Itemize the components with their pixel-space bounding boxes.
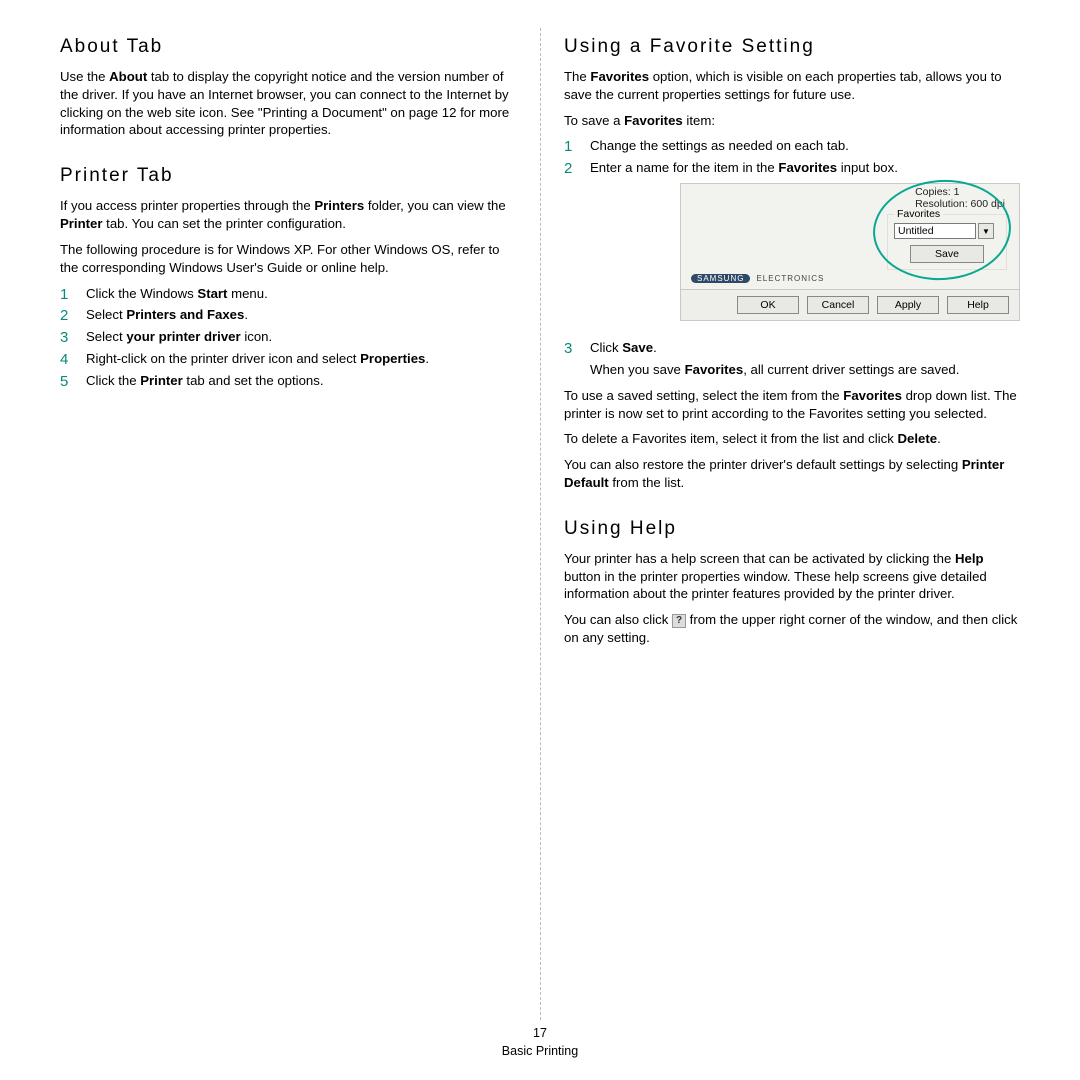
favorite-p4: To delete a Favorites item, select it fr… <box>564 430 1020 448</box>
brand-logo: SAMSUNGELECTRONICS <box>691 273 824 283</box>
help-p2: You can also click ? from the upper righ… <box>564 611 1020 647</box>
favorite-p5: You can also restore the printer driver'… <box>564 456 1020 492</box>
favorite-p1: The Favorites option, which is visible o… <box>564 68 1020 104</box>
favorite-step-3: 3Click Save. <box>564 339 1020 357</box>
page-section-title: Basic Printing <box>0 1043 1080 1061</box>
page-number: 17 <box>0 1025 1080 1043</box>
apply-button[interactable]: Apply <box>877 296 939 314</box>
page-footer: 17 Basic Printing <box>0 1025 1080 1060</box>
ok-button[interactable]: OK <box>737 296 799 314</box>
printer-tab-text-2: The following procedure is for Windows X… <box>60 241 516 277</box>
about-tab-heading: About Tab <box>60 36 516 58</box>
favorite-step3-note: When you save Favorites, all current dri… <box>590 361 1020 379</box>
favorite-p3: To use a saved setting, select the item … <box>564 387 1020 423</box>
favorite-p2: To save a Favorites item: <box>564 112 1020 130</box>
help-button[interactable]: Help <box>947 296 1009 314</box>
favorites-dropdown-button[interactable]: ▼ <box>978 223 994 239</box>
about-tab-text: Use the About tab to display the copyrig… <box>60 68 516 139</box>
favorite-steps-a: 1Change the settings as needed on each t… <box>564 137 1020 177</box>
favorites-legend: Favorites <box>894 208 943 220</box>
printer-tab-heading: Printer Tab <box>60 165 516 187</box>
favorites-dialog: Copies: 1 Resolution: 600 dpi Favorites … <box>680 183 1020 321</box>
favorite-heading: Using a Favorite Setting <box>564 36 1020 58</box>
help-p1: Your printer has a help screen that can … <box>564 550 1020 603</box>
column-divider <box>540 28 541 1020</box>
cancel-button[interactable]: Cancel <box>807 296 869 314</box>
save-button[interactable]: Save <box>910 245 984 263</box>
question-icon[interactable]: ? <box>672 614 686 628</box>
help-heading: Using Help <box>564 518 1020 540</box>
favorites-group: Favorites Untitled ▼ Save <box>887 214 1007 270</box>
copies-label: Copies: 1 <box>915 186 1005 198</box>
printer-tab-steps: 1Click the Windows Start menu.2Select Pr… <box>60 285 516 390</box>
printer-tab-text-1: If you access printer properties through… <box>60 197 516 233</box>
favorites-input[interactable]: Untitled <box>894 223 976 239</box>
